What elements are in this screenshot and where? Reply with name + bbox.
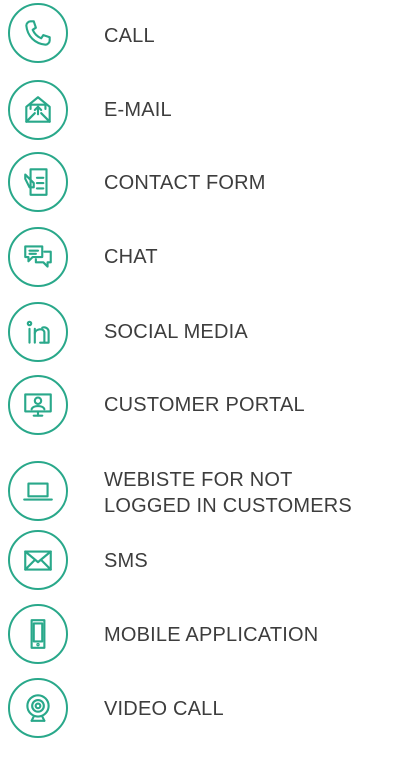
channel-item-email: E-MAIL xyxy=(0,80,408,140)
contact-form-icon xyxy=(8,152,68,212)
channel-label: WEBISTE FOR NOT LOGGED IN CUSTOMERS xyxy=(104,469,352,517)
channel-item-contact-form: CONTACT FORM xyxy=(0,152,408,212)
channel-label: VIDEO CALL xyxy=(104,698,224,720)
phone-icon xyxy=(8,3,68,63)
channel-item-chat: CHAT xyxy=(0,227,408,287)
channel-label: MOBILE APPLICATION xyxy=(104,624,319,646)
laptop-icon xyxy=(8,461,68,521)
channel-item-website: WEBISTE FOR NOT LOGGED IN CUSTOMERS xyxy=(0,461,408,521)
webcam-icon xyxy=(8,678,68,738)
channel-label: E-MAIL xyxy=(104,99,172,121)
chat-icon xyxy=(8,227,68,287)
channel-item-social-media: SOCIAL MEDIA xyxy=(0,302,408,362)
envelope-icon xyxy=(8,530,68,590)
customer-portal-icon xyxy=(8,375,68,435)
channel-label: SMS xyxy=(104,550,148,572)
channel-label: CHAT xyxy=(104,246,158,268)
channel-item-video-call: VIDEO CALL xyxy=(0,678,408,738)
mobile-phone-icon xyxy=(8,604,68,664)
channel-label: CUSTOMER PORTAL xyxy=(104,394,305,416)
channel-label: SOCIAL MEDIA xyxy=(104,321,248,343)
channel-item-mobile-application: MOBILE APPLICATION xyxy=(0,604,408,664)
channel-item-sms: SMS xyxy=(0,530,408,590)
channel-item-call: CALL xyxy=(0,3,408,63)
email-icon xyxy=(8,80,68,140)
channel-item-customer-portal: CUSTOMER PORTAL xyxy=(0,375,408,435)
linkedin-icon xyxy=(8,302,68,362)
channel-label: CONTACT FORM xyxy=(104,172,266,194)
channel-label: CALL xyxy=(104,25,155,47)
